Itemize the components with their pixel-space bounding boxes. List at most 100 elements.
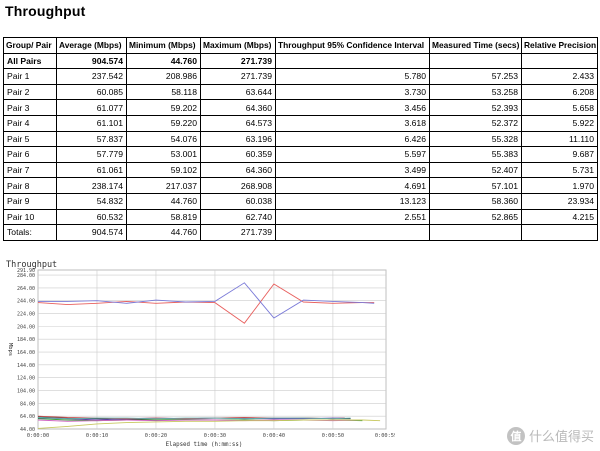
x-tick-label: 0:00:50	[322, 433, 344, 439]
table-header-row: Group/ Pair Average (Mbps) Minimum (Mbps…	[3, 37, 598, 54]
table-cell: 4.691	[275, 177, 430, 194]
x-tick-label: 0:00:00	[27, 433, 49, 439]
y-tick-label: 244.00	[17, 299, 35, 305]
row-label: Pair 6	[3, 146, 57, 163]
table-cell: 11.110	[521, 130, 598, 148]
header-maximum: Maximum (Mbps)	[200, 37, 276, 54]
table-cell: 3.618	[275, 114, 430, 132]
table-cell: 5.922	[521, 114, 598, 132]
table-row: All Pairs 904.574 44.760 271.739	[3, 52, 598, 70]
table-cell: 904.574	[56, 224, 127, 241]
row-label: Pair 7	[3, 161, 57, 179]
throughput-table-container: Group/ Pair Average (Mbps) Minimum (Mbps…	[3, 37, 598, 241]
table-cell: 62.740	[200, 208, 276, 226]
table-cell: 5.658	[521, 99, 598, 116]
x-tick-label: 0:00:20	[145, 433, 167, 439]
row-label: All Pairs	[3, 52, 57, 70]
table-cell: 64.573	[200, 114, 276, 132]
table-cell: 60.038	[200, 192, 276, 210]
table-cell: 59.202	[126, 99, 201, 116]
table-cell: 58.118	[126, 83, 201, 101]
row-label: Pair 2	[3, 83, 57, 101]
table-cell: 64.360	[200, 161, 276, 179]
table-cell: 60.085	[56, 83, 127, 101]
table-cell: 52.407	[429, 161, 522, 179]
table-row: Totals: 904.574 44.760 271.739	[3, 224, 598, 241]
table-cell: 54.076	[126, 130, 201, 148]
table-row: Pair 3 61.077 59.202 64.360 3.456 52.393 5.658	[3, 99, 598, 116]
table-cell: 9.687	[521, 146, 598, 163]
table-cell: 59.102	[126, 161, 201, 179]
table-cell: 58.819	[126, 208, 201, 226]
row-label: Pair 1	[3, 68, 57, 85]
table-cell: 217.037	[126, 177, 201, 194]
table-cell: 61.101	[56, 114, 127, 132]
table-cell: 237.542	[56, 68, 127, 85]
throughput-table: Group/ Pair Average (Mbps) Minimum (Mbps…	[3, 37, 598, 241]
table-cell: 3.456	[275, 99, 430, 116]
header-confidence-interval: Throughput 95% Confidence Interval	[275, 37, 430, 54]
table-cell: 63.196	[200, 130, 276, 148]
table-row: Pair 9 54.832 44.760 60.038 13.123 58.360 23.9…	[3, 192, 598, 210]
row-label: Pair 3	[3, 99, 57, 116]
x-tick-label: 0:00:30	[204, 433, 226, 439]
y-tick-label: 84.00	[20, 401, 35, 407]
table-cell: 52.865	[429, 208, 522, 226]
table-cell: 44.760	[126, 52, 201, 70]
table-cell: 52.393	[429, 99, 522, 116]
table-row: Pair 4 61.101 59.220 64.573 3.618 52.372 5.922	[3, 114, 598, 132]
header-group-pair: Group/ Pair	[3, 37, 57, 54]
table-cell	[521, 224, 598, 241]
table-row: Pair 2 60.085 58.118 63.644 3.730 53.258 6.208	[3, 83, 598, 101]
y-tick-label: 204.00	[17, 324, 35, 330]
y-axis-label: Mbps	[7, 343, 13, 356]
throughput-chart-svg: Throughput291.90284.00264.00244.00224.00…	[6, 260, 395, 448]
table-cell: 59.220	[126, 114, 201, 132]
table-cell: 2.551	[275, 208, 430, 226]
row-label: Pair 10	[3, 208, 57, 226]
table-cell: 904.574	[56, 52, 127, 70]
y-tick-label: 264.00	[17, 286, 35, 292]
table-row: Pair 7 61.061 59.102 64.360 3.499 52.407 5.731	[3, 161, 598, 179]
table-cell: 13.123	[275, 192, 430, 210]
x-tick-label: 0:00:10	[86, 433, 108, 439]
page-title: Throughput	[5, 3, 86, 19]
table-cell	[521, 52, 598, 70]
header-minimum: Minimum (Mbps)	[126, 37, 201, 54]
table-cell: 55.383	[429, 146, 522, 163]
table-cell: 57.101	[429, 177, 522, 194]
y-tick-label: 164.00	[17, 350, 35, 356]
table-cell: 6.208	[521, 83, 598, 101]
x-axis-label: Elapsed time (h:mm:ss)	[166, 442, 243, 448]
table-cell: 57.779	[56, 146, 127, 163]
y-tick-label: 224.00	[17, 312, 35, 318]
watermark-text: 什么值得买	[528, 430, 594, 445]
throughput-chart: Throughput 291.90 284.00 264.00 244.00 224.00…	[3, 259, 395, 451]
table-row: Pair 6 57.779 53.001 60.359 5.597 55.383 9.687	[3, 146, 598, 163]
table-cell: 5.780	[275, 68, 430, 85]
table-cell: 271.739	[200, 224, 276, 241]
table-cell: 64.360	[200, 99, 276, 116]
row-label: Pair 4	[3, 114, 57, 132]
table-cell: 55.328	[429, 130, 522, 148]
watermark: 值 什么值得买	[506, 426, 594, 445]
plot-area	[37, 269, 387, 430]
table-cell: 2.433	[521, 68, 598, 85]
y-tick-label: 144.00	[17, 363, 35, 369]
y-tick-label: 284.00	[17, 273, 35, 279]
table-cell: 23.934	[521, 192, 598, 210]
table-row: Pair 8 238.174 217.037 268.908 4.691 57.101 1.…	[3, 177, 598, 194]
table-cell: 58.360	[429, 192, 522, 210]
row-label: Pair 9	[3, 192, 57, 210]
table-cell: 5.597	[275, 146, 430, 163]
table-cell: 271.739	[200, 52, 276, 70]
table-cell	[429, 224, 522, 241]
table-cell: 53.258	[429, 83, 522, 101]
table-cell: 61.077	[56, 99, 127, 116]
table-cell: 60.359	[200, 146, 276, 163]
y-tick-label: 124.00	[17, 376, 35, 382]
table-cell: 268.908	[200, 177, 276, 194]
table-cell: 44.760	[126, 192, 201, 210]
table-cell: 6.426	[275, 130, 430, 148]
table-cell: 60.532	[56, 208, 127, 226]
